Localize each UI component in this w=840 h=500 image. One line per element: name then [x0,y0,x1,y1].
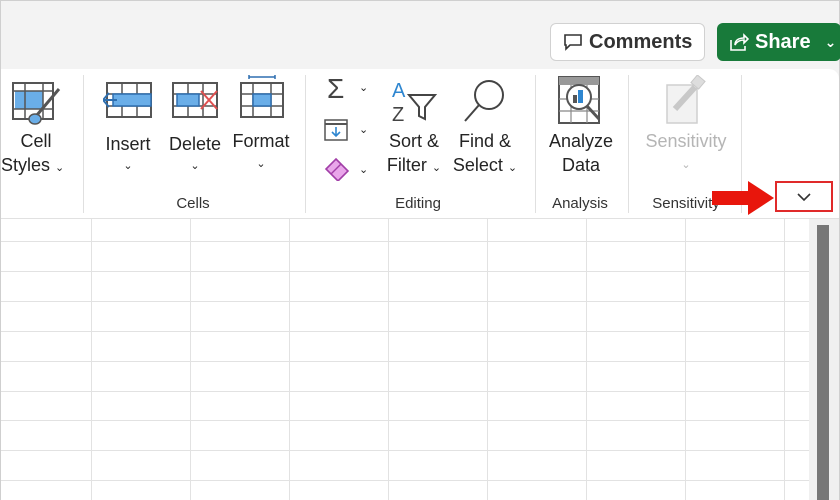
chevron-down-icon: ⌄ [507,162,518,174]
editing-group-label: Editing [395,195,441,212]
column-gridline [190,219,191,500]
sensitivity-label-icon [666,75,706,124]
row-gridline [1,420,809,421]
comments-button[interactable]: Comments [550,23,705,61]
share-button[interactable]: Share ⌄ [717,23,840,61]
column-gridline [388,219,389,500]
analysis-group-label: Analysis [552,195,608,212]
column-gridline [289,219,290,500]
group-separator [305,75,306,213]
delete-label: Delete [168,134,222,154]
eraser-icon [324,157,350,181]
delete-cells-icon [172,82,218,118]
vertical-scrollbar[interactable] [809,219,839,500]
insert-label: Insert [105,134,151,154]
row-gridline [1,450,809,451]
fill-down-icon [324,119,348,141]
chevron-down-icon: ⌄ [431,162,442,174]
row-gridline [1,331,809,332]
comment-icon [564,34,582,51]
svg-text:Z: Z [392,104,404,125]
row-gridline [1,241,809,242]
chevron-down-icon: ⌄ [256,158,266,170]
annotation-arrow-icon [712,181,774,215]
comments-label: Comments [589,30,693,53]
column-gridline [487,219,488,500]
sort-filter-icon: A Z [392,80,438,125]
cell-styles-label-line1: Cell [20,131,52,151]
row-gridline [1,301,809,302]
group-separator [628,75,629,213]
group-separator [83,75,84,213]
column-gridline [685,219,686,500]
chevron-down-icon: ⌄ [55,162,65,174]
collapse-ribbon-button[interactable] [775,181,833,212]
chevron-down-icon: ⌄ [123,160,133,172]
sort-filter-label-line2: Filter [386,155,427,175]
cells-group-label: Cells [176,195,210,212]
row-gridline [1,271,809,272]
column-gridline [91,219,92,500]
column-gridline [586,219,587,500]
sigma-icon: Σ [327,73,345,104]
share-label: Share [755,30,811,53]
analyze-data-label-line2: Data [561,155,601,175]
sensitivity-button-label: Sensitivity [645,131,727,151]
analyze-data-icon [558,76,601,124]
analyze-data-label-line1: Analyze [548,131,614,151]
chevron-down-icon: ⌄ [681,159,691,171]
format-label: Format [232,131,290,151]
column-gridline [784,219,785,500]
find-select-label-line2: Select [452,155,503,175]
cell-styles-label-line2: Styles [1,155,51,175]
format-cells-icon [240,75,284,118]
excel-window: Comments Share ⌄ Cell Styles ⌄ Insert ⌄ … [0,0,840,500]
chevron-down-icon: ⌄ [190,160,200,172]
scrollbar-thumb[interactable] [817,225,829,500]
find-select-label-line1: Find & [458,131,512,151]
share-dropdown-chevron-icon[interactable]: ⌄ [825,34,837,51]
chevron-down-icon [797,192,811,201]
row-gridline [1,480,809,481]
row-gridline [1,391,809,392]
magnifier-icon [464,80,504,122]
worksheet-grid[interactable] [1,219,809,500]
group-separator [535,75,536,213]
cell-styles-icon [12,82,61,125]
chevron-down-icon: ⌄ [359,164,369,176]
sort-filter-label-line1: Sort & [388,131,440,151]
chevron-down-icon: ⌄ [359,82,369,94]
chevron-down-icon: ⌄ [359,124,369,136]
insert-cells-icon [103,82,152,118]
share-icon [730,33,749,51]
svg-text:A: A [392,80,406,102]
row-gridline [1,361,809,362]
